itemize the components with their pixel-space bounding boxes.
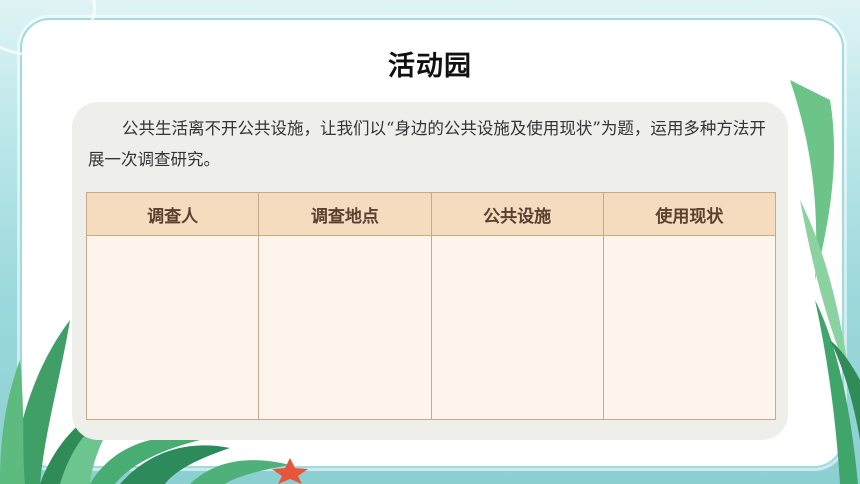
table-header-row: 调查人 调查地点 公共设施 使用现状: [85, 192, 777, 236]
page-title: 活动园: [388, 51, 472, 82]
table-cell[interactable]: [430, 235, 604, 420]
table-cell[interactable]: [258, 235, 432, 420]
table-row: [85, 235, 777, 420]
header-status: 使用现状: [602, 192, 777, 236]
intro-text: 公共生活离不开公共设施，让我们以“身边的公共设施及使用现状”为题，运用多种方法开…: [88, 119, 766, 169]
table-cell[interactable]: [85, 235, 260, 420]
header-location: 调查地点: [258, 192, 432, 236]
header-surveyor: 调查人: [85, 192, 260, 236]
table-cell[interactable]: [602, 235, 777, 420]
header-facility: 公共设施: [430, 192, 604, 236]
starfish-icon: [272, 458, 308, 484]
survey-table: 调查人 调查地点 公共设施 使用现状: [85, 192, 777, 420]
